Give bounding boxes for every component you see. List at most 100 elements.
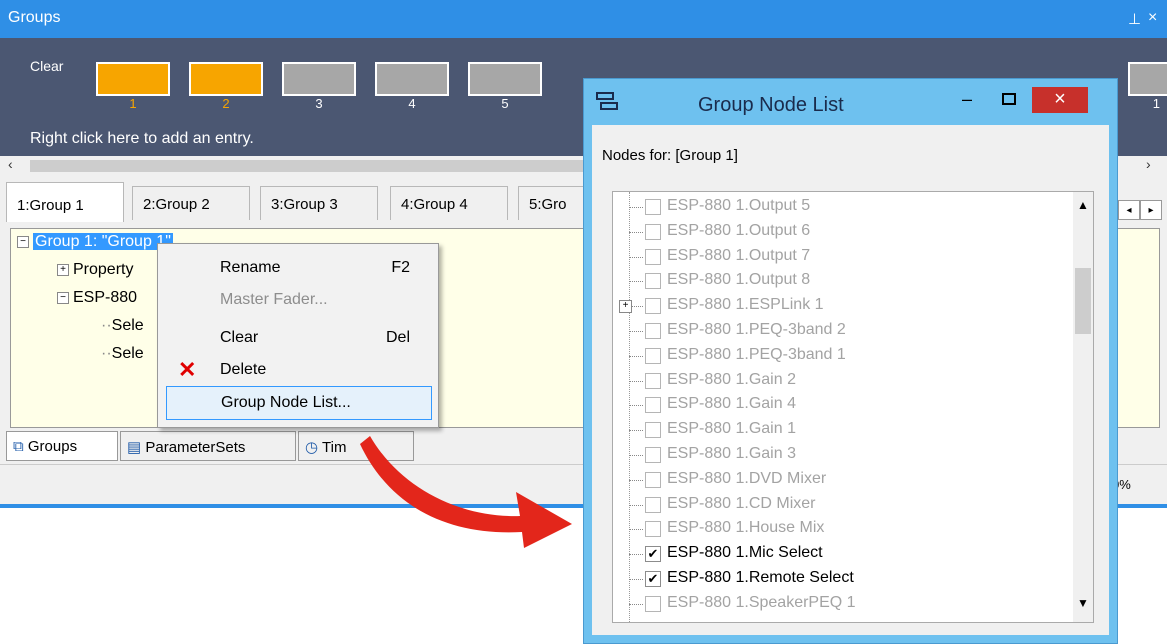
tab-group-1[interactable]: 1:Group 1 [6, 182, 124, 222]
node-label: ESP-880 1.PEQ-3band 2 [667, 321, 846, 338]
menu-label: Master Fader... [220, 291, 328, 308]
group-slot-2[interactable] [189, 62, 263, 96]
scroll-thumb[interactable] [1075, 268, 1091, 334]
delete-x-icon: ✕ [178, 357, 197, 382]
tab-group-5[interactable]: 5:Gro [518, 186, 588, 220]
menu-label: Clear [220, 329, 259, 346]
collapse-icon[interactable]: − [57, 291, 69, 304]
tree-node-label[interactable]: Group 1: "Group 1" [33, 233, 173, 250]
group-slot-last[interactable] [1128, 62, 1167, 96]
node-checkbox[interactable] [645, 199, 661, 215]
menu-shortcut: F2 [391, 259, 410, 276]
tree-connector [629, 405, 643, 407]
group-slot-4[interactable] [375, 62, 449, 96]
tree-connector [629, 430, 643, 432]
menu-item-clear[interactable]: Clear Del [166, 322, 432, 354]
tree-connector [629, 603, 643, 605]
node-checkbox[interactable] [645, 422, 661, 439]
node-checkbox[interactable] [645, 223, 661, 240]
menu-shortcut: Del [385, 329, 410, 346]
clear-label[interactable]: Clear [30, 58, 63, 74]
tree-connector [629, 231, 643, 233]
node-label: ESP-880 1.Gain 4 [667, 395, 796, 413]
pin-icon[interactable]: ⊥ [1128, 10, 1141, 28]
menu-item-master-fader: Master Fader... [166, 284, 432, 316]
node-list[interactable]: ESP-880 1.Output 5 ESP-880 1.Output 6 ESP-… [612, 191, 1094, 623]
vertical-scrollbar[interactable]: ▲ ▼ [1073, 192, 1093, 622]
node-checkbox[interactable] [645, 397, 661, 414]
close-icon[interactable]: × [1148, 9, 1157, 27]
tab-parametersets[interactable]: ▤ ParameterSets [120, 431, 296, 461]
node-checkbox[interactable] [645, 298, 661, 315]
tree-node-esp880[interactable]: − ESP-880 [57, 289, 137, 307]
node-checkbox[interactable] [645, 323, 661, 339]
red-arrow-icon [360, 436, 572, 548]
node-label: ESP-880 1.Gain 3 [667, 445, 796, 462]
node-checkbox[interactable] [645, 521, 661, 538]
node-checkbox[interactable] [645, 273, 661, 290]
tree-connector [629, 256, 643, 258]
group-slot-3[interactable] [282, 62, 356, 96]
tree-node-root[interactable]: − Group 1: "Group 1" [17, 233, 173, 251]
node-label: ESP-880 1.Gain 1 [667, 420, 796, 438]
expand-icon[interactable]: + [619, 300, 632, 314]
tab-group-3[interactable]: 3:Group 3 [260, 186, 378, 220]
maximize-icon[interactable] [994, 89, 1024, 113]
node-checkbox[interactable]: ✔ [645, 546, 661, 563]
scroll-up-icon[interactable]: ▲ [1073, 198, 1093, 212]
menu-item-rename[interactable]: Rename F2 [166, 252, 432, 284]
minimize-icon[interactable]: – [952, 89, 982, 113]
scroll-thumb[interactable] [30, 160, 590, 172]
node-label: ESP-880 1.Output 5 [667, 197, 811, 214]
node-checkbox[interactable] [645, 471, 661, 488]
node-label: ESP-880 1.Remote Select [667, 569, 854, 586]
tab-group-4[interactable]: 4:Group 4 [390, 186, 508, 220]
tree-connector [629, 579, 643, 580]
tree-connector [629, 355, 643, 357]
node-checkbox[interactable] [645, 347, 661, 364]
node-checkbox[interactable] [645, 496, 661, 513]
close-button[interactable]: × [1032, 87, 1088, 113]
tree-connector [629, 331, 643, 332]
node-label: ESP-880 1.PEQ-3band 1 [667, 345, 846, 363]
node-label: ESP-880 1.Output 7 [667, 246, 811, 264]
group-slot-number: 4 [408, 96, 416, 111]
tab-groups[interactable]: ⧉ Groups [6, 431, 118, 461]
list-icon: ▤ [127, 439, 142, 456]
expand-icon[interactable]: + [57, 263, 69, 276]
context-menu: Rename F2 Master Fader... Clear Del ✕ De… [157, 243, 439, 428]
tree-node-select[interactable]: ··Sele [101, 345, 144, 363]
node-checkbox[interactable] [645, 447, 661, 463]
tab-next-icon[interactable]: ▸ [1140, 200, 1162, 220]
node-label: ESP-880 1.DVD Mixer [667, 469, 827, 487]
node-checkbox[interactable] [645, 248, 661, 265]
scroll-right-icon[interactable]: › [1146, 156, 1166, 176]
tab-label: Groups [27, 438, 78, 455]
scroll-down-icon[interactable]: ▼ [1073, 596, 1093, 610]
tab-prev-icon[interactable]: ◂ [1118, 200, 1140, 220]
add-entry-hint: Right click here to add an entry. [30, 130, 254, 147]
node-label: ESP-880 1.Output 8 [667, 271, 811, 289]
node-label: ESP-880 1.Gain 2 [667, 370, 796, 388]
group-slot-5[interactable] [468, 62, 542, 96]
tab-group-2[interactable]: 2:Group 2 [132, 186, 250, 220]
tree-connector [629, 380, 643, 382]
dialog-title: Group Node List [698, 94, 844, 116]
menu-item-group-node-list[interactable]: Group Node List... [166, 386, 432, 420]
tree-connector [629, 455, 643, 456]
tree-connector [629, 207, 643, 208]
tree-node-label: Sele [111, 345, 144, 362]
menu-item-delete[interactable]: ✕ Delete [166, 354, 432, 386]
node-checkbox[interactable] [645, 372, 661, 389]
group-slot-1[interactable] [96, 62, 170, 96]
node-label: ESP-880 1.SpeakerPEQ 1 [667, 593, 856, 611]
tree-node-property[interactable]: + Property [57, 261, 133, 279]
group-slot-number: 1 [1152, 96, 1160, 111]
tree-connector [629, 479, 643, 481]
node-checkbox[interactable]: ✔ [645, 571, 661, 587]
tree-node-select[interactable]: ··Sele [101, 317, 144, 335]
node-checkbox[interactable] [645, 595, 661, 612]
group-slot-number: 3 [315, 96, 323, 111]
collapse-icon[interactable]: − [17, 235, 29, 248]
scroll-left-icon[interactable]: ‹ [8, 156, 28, 176]
